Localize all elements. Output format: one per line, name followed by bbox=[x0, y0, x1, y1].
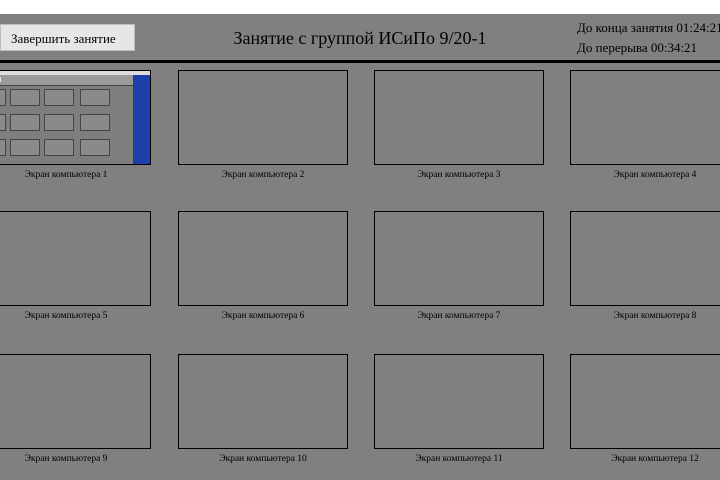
screen-label: Экран компьютера 6 bbox=[221, 311, 305, 321]
preview-header bbox=[0, 75, 133, 86]
screen-label: Экран компьютера 12 bbox=[611, 454, 699, 464]
preview-tile bbox=[10, 114, 40, 131]
preview-tile bbox=[0, 139, 6, 156]
screen-cell: Экран компьютера 5 bbox=[0, 211, 151, 321]
computer-screen-7[interactable] bbox=[374, 211, 544, 306]
screen-label: Экран компьютера 2 bbox=[221, 170, 305, 180]
screen-label: Экран компьютера 5 bbox=[24, 311, 108, 321]
screen-cell: Экран компьютера 4 bbox=[570, 70, 720, 180]
preview-button bbox=[0, 77, 1, 82]
preview-tile bbox=[44, 114, 74, 131]
screen-cell: Экран компьютера 12 bbox=[570, 354, 720, 464]
computer-screen-11[interactable] bbox=[374, 354, 544, 449]
computer-screen-6[interactable] bbox=[178, 211, 348, 306]
preview-tile bbox=[80, 89, 110, 106]
preview-tile bbox=[10, 139, 40, 156]
screen-cell: Экран компьютера 3 bbox=[374, 70, 544, 180]
screens-grid: Экран компьютера 1 Экран компьютера 2 Эк… bbox=[0, 0, 720, 480]
preview-tile bbox=[80, 114, 110, 131]
computer-screen-2[interactable] bbox=[178, 70, 348, 165]
screen-preview-thumbnail bbox=[0, 71, 150, 164]
computer-screen-4[interactable] bbox=[570, 70, 720, 165]
computer-screen-5[interactable] bbox=[0, 211, 151, 306]
computer-screen-1[interactable] bbox=[0, 70, 151, 165]
screen-label: Экран компьютера 3 bbox=[417, 170, 501, 180]
screen-cell: Экран компьютера 2 bbox=[178, 70, 348, 180]
preview-tile bbox=[10, 89, 40, 106]
screen-cell: Экран компьютера 11 bbox=[374, 354, 544, 464]
screen-label: Экран компьютера 7 bbox=[417, 311, 501, 321]
screen-label: Экран компьютера 4 bbox=[613, 170, 697, 180]
computer-screen-12[interactable] bbox=[570, 354, 720, 449]
preview-tile bbox=[0, 89, 6, 106]
screen-cell: Экран компьютера 10 bbox=[178, 354, 348, 464]
screen-cell: Экран компьютера 7 bbox=[374, 211, 544, 321]
screen-cell: Экран компьютера 1 bbox=[0, 70, 151, 180]
screen-cell: Экран компьютера 8 bbox=[570, 211, 720, 321]
screen-label: Экран компьютера 10 bbox=[219, 454, 307, 464]
preview-tile bbox=[80, 139, 110, 156]
computer-screen-8[interactable] bbox=[570, 211, 720, 306]
preview-tile bbox=[44, 139, 74, 156]
screen-cell: Экран компьютера 6 bbox=[178, 211, 348, 321]
computer-screen-10[interactable] bbox=[178, 354, 348, 449]
preview-tile bbox=[44, 89, 74, 106]
preview-tile bbox=[0, 114, 6, 131]
preview-window bbox=[0, 75, 133, 164]
screen-cell: Экран компьютера 9 bbox=[0, 354, 151, 464]
computer-screen-3[interactable] bbox=[374, 70, 544, 165]
computer-screen-9[interactable] bbox=[0, 354, 151, 449]
screen-label: Экран компьютера 9 bbox=[24, 454, 108, 464]
screen-label: Экран компьютера 11 bbox=[415, 454, 503, 464]
screen-label: Экран компьютера 8 bbox=[613, 311, 697, 321]
screen-label: Экран компьютера 1 bbox=[24, 170, 108, 180]
